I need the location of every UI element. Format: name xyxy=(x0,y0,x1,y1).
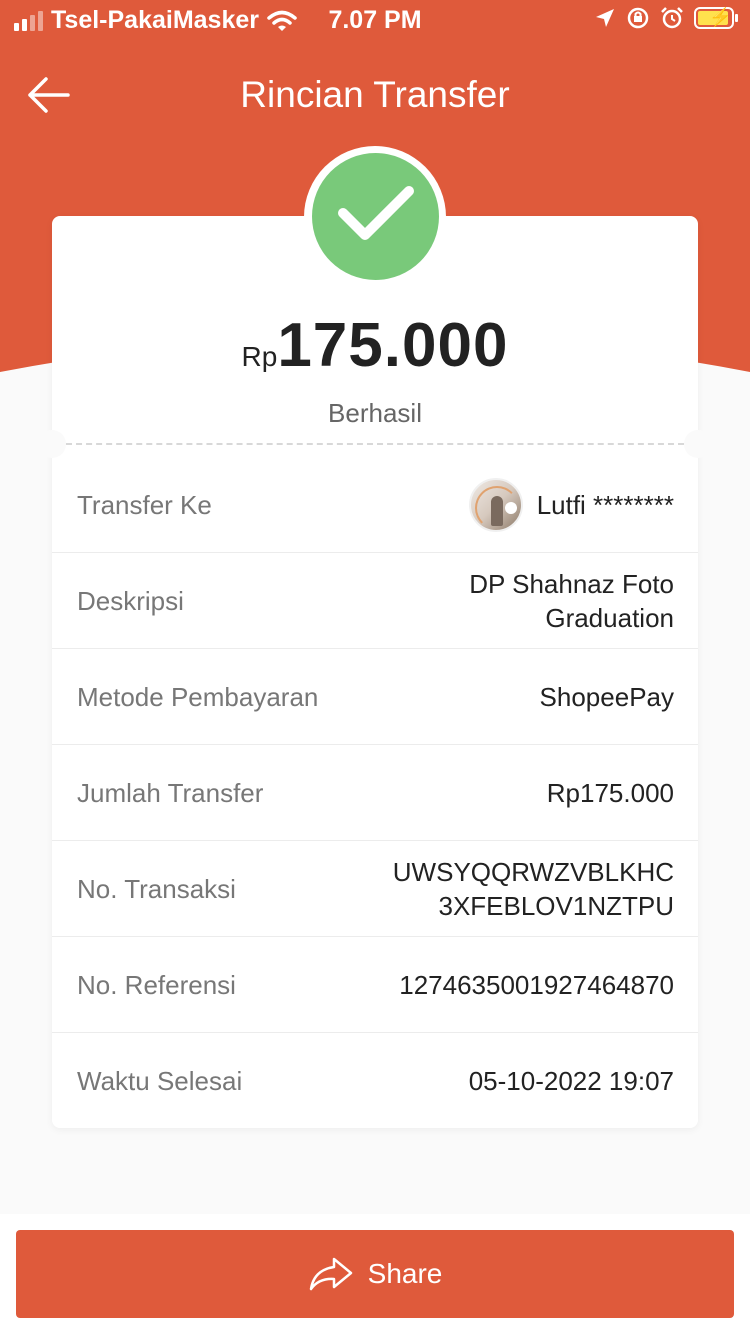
detail-row-description: Deskripsi DP Shahnaz Foto Graduation xyxy=(52,553,698,649)
detail-row-completed-time: Waktu Selesai 05-10-2022 19:07 xyxy=(52,1033,698,1129)
detail-label: No. Transaksi xyxy=(77,874,236,904)
alarm-icon xyxy=(661,7,683,29)
detail-value: Lutfi ******** xyxy=(468,457,674,553)
charging-bolt-icon: ⚡ xyxy=(709,7,732,27)
status-right: ⚡ xyxy=(594,6,738,30)
amount-currency: Rp xyxy=(241,341,278,372)
transaction-no-line-1: UWSYQQRWZVBLKHC xyxy=(392,857,674,887)
detail-label: Jumlah Transfer xyxy=(77,778,264,808)
detail-row-reference-no: No. Referensi 1274635001927464870 xyxy=(52,937,698,1033)
success-badge xyxy=(312,153,439,280)
card-notch-left xyxy=(38,430,66,458)
detail-value: 05-10-2022 19:07 xyxy=(468,1066,674,1096)
location-icon xyxy=(596,9,614,27)
battery-icon: ⚡ xyxy=(694,7,738,29)
amount-value: 175.000 xyxy=(277,311,509,380)
detail-row-transfer-to: Transfer Ke Lutfi ******** xyxy=(52,457,698,553)
detail-label: Transfer Ke xyxy=(77,490,212,520)
description-line-2: Graduation xyxy=(545,603,674,633)
detail-value: UWSYQQRWZVBLKHC 3XFEBLOV1NZTPU xyxy=(393,841,674,937)
recipient-name: Lutfi ******** xyxy=(536,490,674,520)
share-button[interactable]: Share xyxy=(16,1230,734,1318)
detail-value: Rp175.000 xyxy=(546,778,674,808)
card-notch-right xyxy=(684,430,712,458)
transfer-amount: Rp175.000 xyxy=(0,310,750,381)
dashed-divider xyxy=(66,443,684,445)
detail-label: Deskripsi xyxy=(77,586,184,616)
detail-row-payment-method: Metode Pembayaran ShopeePay xyxy=(52,649,698,745)
detail-label: Waktu Selesai xyxy=(77,1066,243,1096)
description-line-1: DP Shahnaz Foto xyxy=(469,569,674,599)
transfer-status: Berhasil xyxy=(328,398,422,428)
detail-value: ShopeePay xyxy=(539,682,674,712)
detail-label: Metode Pembayaran xyxy=(77,682,319,712)
status-bar: Tsel-PakaiMasker 7.07 PM ⚡ xyxy=(0,0,750,40)
share-icon xyxy=(309,1257,352,1291)
detail-label: No. Referensi xyxy=(77,970,236,1000)
navigation-bar: Rincian Transfer xyxy=(0,60,750,132)
detail-row-transaction-no: No. Transaksi UWSYQQRWZVBLKHC 3XFEBLOV1N… xyxy=(52,841,698,937)
detail-list: Transfer Ke Lutfi ******** Deskripsi DP … xyxy=(52,457,698,1129)
detail-value: DP Shahnaz Foto Graduation xyxy=(469,553,674,649)
rotation-lock-icon xyxy=(627,7,649,29)
detail-value: 1274635001927464870 xyxy=(399,970,674,1000)
check-icon xyxy=(338,186,414,240)
page-title: Rincian Transfer xyxy=(240,74,510,115)
avatar xyxy=(468,478,523,532)
detail-row-transfer-amount: Jumlah Transfer Rp175.000 xyxy=(52,745,698,841)
transaction-no-line-2: 3XFEBLOV1NZTPU xyxy=(438,891,674,921)
share-label: Share xyxy=(367,1258,443,1289)
